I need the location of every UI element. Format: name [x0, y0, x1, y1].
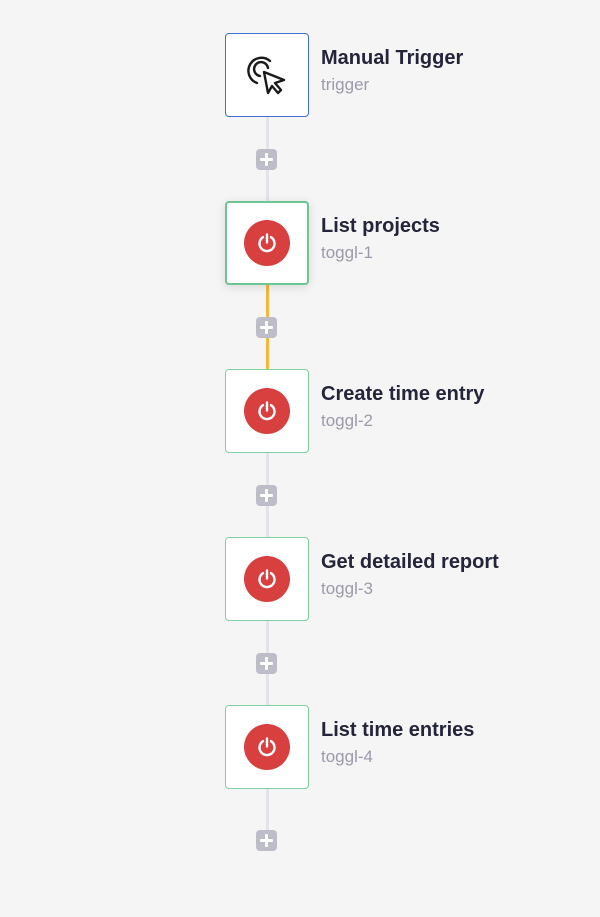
cursor-click-icon [243, 51, 291, 99]
add-step-button[interactable] [256, 485, 277, 506]
node-get-detailed-report[interactable] [225, 537, 309, 621]
connector-line [266, 788, 269, 830]
add-step-button[interactable] [256, 830, 277, 851]
node-title: Get detailed report [321, 551, 499, 573]
node-label: Get detailed report toggl-3 [321, 550, 499, 599]
node-subtitle: toggl-4 [321, 747, 373, 766]
add-step-button[interactable] [256, 149, 277, 170]
toggl-app-icon [244, 556, 290, 602]
node-list-projects[interactable] [225, 201, 309, 285]
node-label: Manual Trigger trigger [321, 46, 463, 95]
power-icon [258, 737, 276, 757]
power-icon [258, 233, 276, 253]
node-label: List time entries toggl-4 [321, 718, 474, 767]
node-title: List projects [321, 215, 440, 237]
add-step-button[interactable] [256, 317, 277, 338]
node-list-time-entries[interactable] [225, 705, 309, 789]
power-icon [258, 569, 276, 589]
node-label: Create time entry toggl-2 [321, 382, 484, 431]
node-subtitle: toggl-3 [321, 579, 373, 598]
node-manual-trigger[interactable] [225, 33, 309, 117]
toggl-app-icon [244, 388, 290, 434]
node-title: Manual Trigger [321, 47, 464, 69]
node-title: List time entries [321, 719, 475, 741]
node-subtitle: trigger [321, 75, 370, 94]
node-subtitle: toggl-1 [321, 243, 373, 262]
node-subtitle: toggl-2 [321, 411, 373, 430]
workflow-canvas: Manual Trigger trigger List projects tog… [0, 0, 600, 917]
node-create-time-entry[interactable] [225, 369, 309, 453]
node-title: Create time entry [321, 383, 485, 405]
node-label: List projects toggl-1 [321, 214, 440, 263]
toggl-app-icon [244, 220, 290, 266]
add-step-button[interactable] [256, 653, 277, 674]
power-icon [258, 401, 276, 421]
toggl-app-icon [244, 724, 290, 770]
